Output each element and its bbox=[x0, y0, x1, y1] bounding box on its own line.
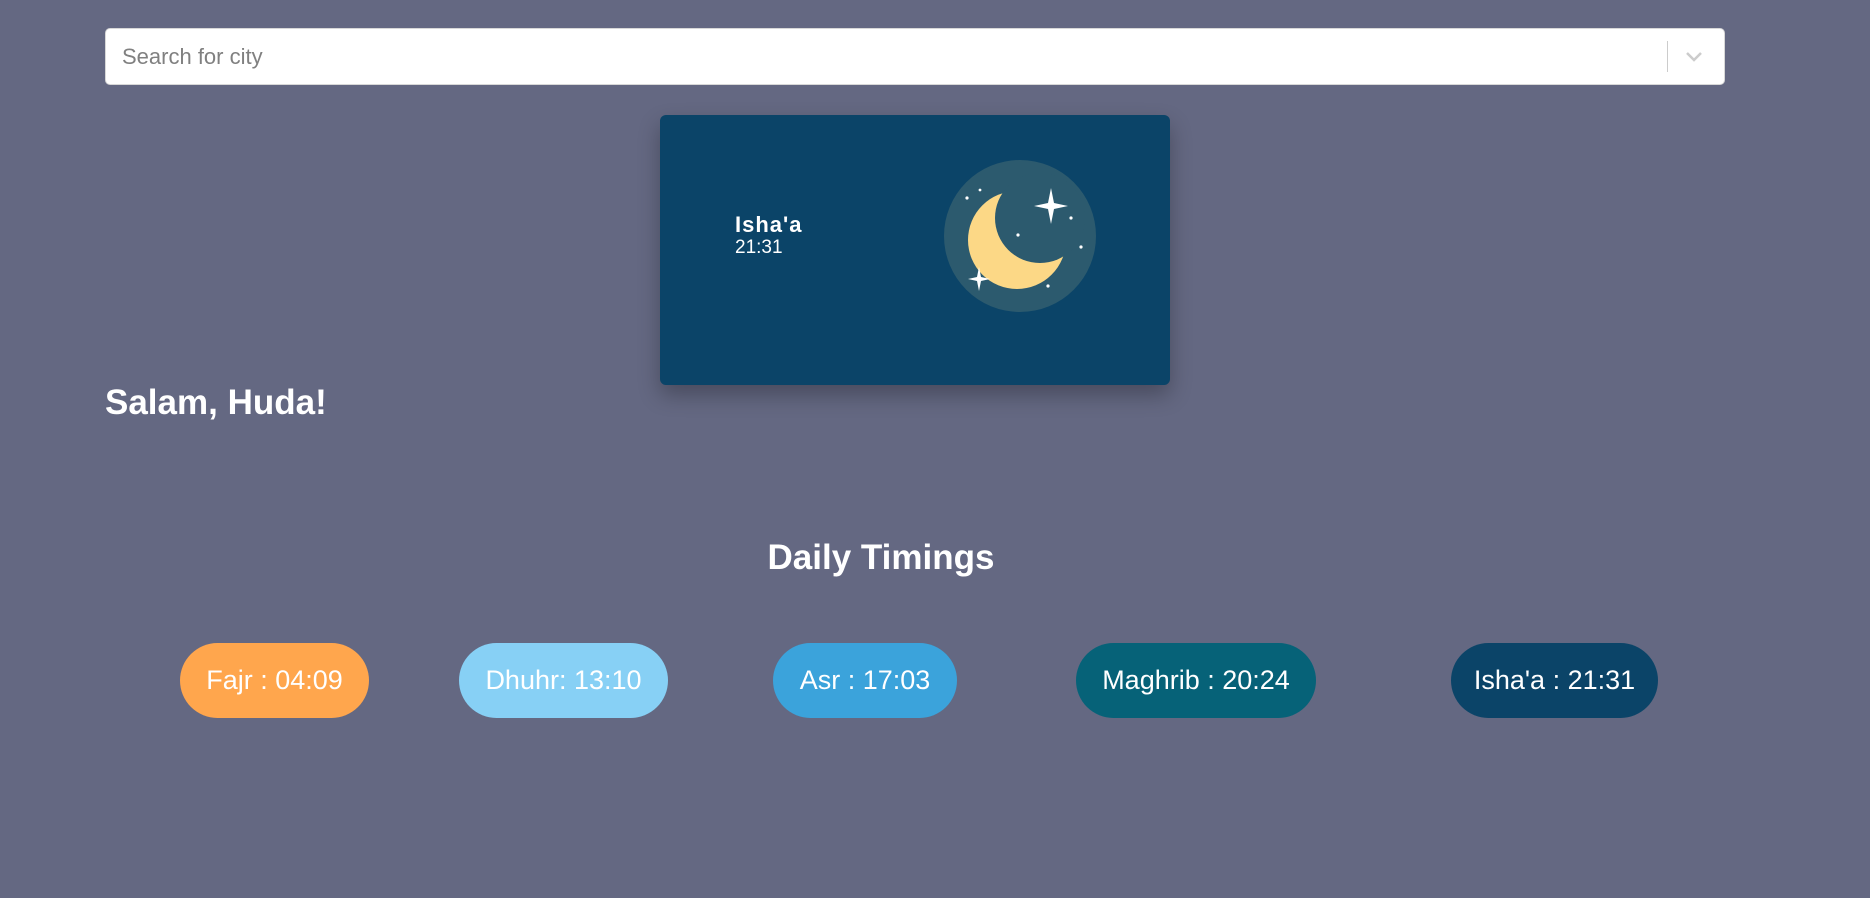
prayer-pill-dhuhr[interactable]: Dhuhr: 13:10 bbox=[459, 643, 668, 718]
prayer-pill-ishaa[interactable]: Isha'a : 21:31 bbox=[1451, 643, 1658, 718]
greeting-text: Salam, Huda! bbox=[105, 383, 327, 422]
daily-timings-heading: Daily Timings bbox=[767, 538, 995, 577]
prayer-pill-maghrib[interactable]: Maghrib : 20:24 bbox=[1076, 643, 1316, 718]
prayer-pill-asr[interactable]: Asr : 17:03 bbox=[773, 643, 957, 718]
city-search-input[interactable] bbox=[106, 29, 1667, 84]
current-prayer-name: Isha'a bbox=[735, 212, 803, 237]
current-prayer-card: Isha'a 21:31 bbox=[660, 115, 1170, 385]
current-prayer-time: 21:31 bbox=[735, 237, 783, 258]
prayer-pill-fajr[interactable]: Fajr : 04:09 bbox=[180, 643, 369, 718]
crescent-moon-stars-icon bbox=[944, 160, 1096, 312]
dropdown-separator bbox=[1667, 41, 1668, 72]
city-search-select[interactable] bbox=[105, 28, 1725, 85]
chevron-down-icon[interactable] bbox=[1680, 28, 1708, 85]
